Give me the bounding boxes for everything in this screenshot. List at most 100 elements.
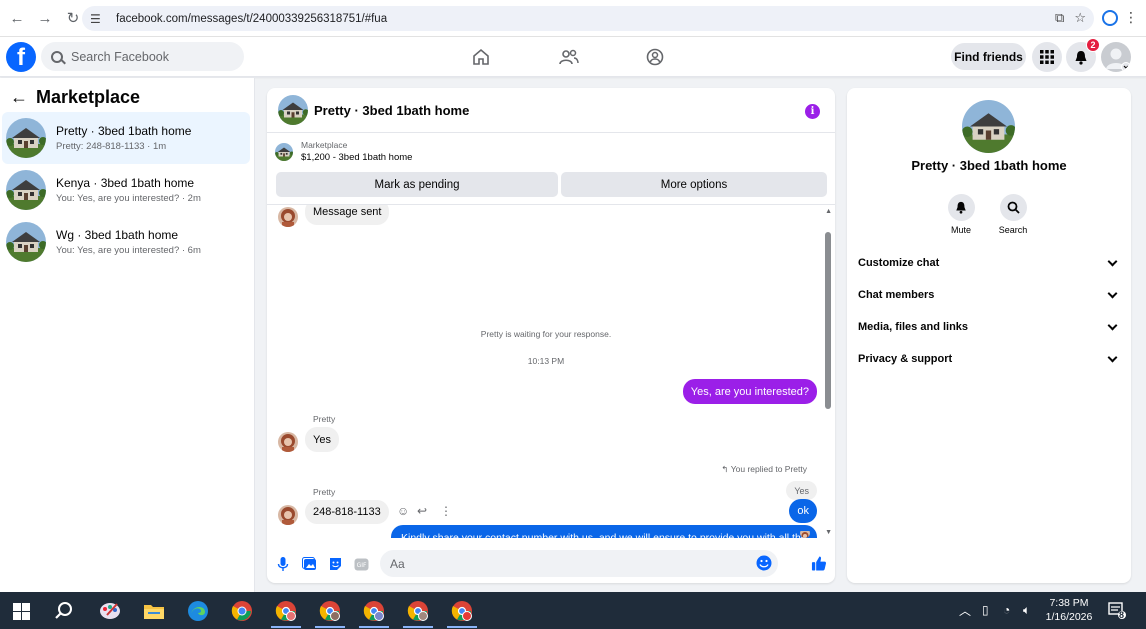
system-clock[interactable]: 7:38 PM 1/16/2026 [1044,596,1094,624]
tray-chevron-up-icon[interactable]: ︿ [959,602,971,619]
chrome-profile-icon-5[interactable] [450,599,474,623]
like-thumb-icon[interactable] [811,555,827,571]
file-explorer-icon[interactable] [142,599,166,623]
section-customize-chat[interactable]: Customize chat [858,253,1120,273]
reply-icon[interactable]: ↩ [417,504,427,518]
conversation-preview: Pretty: 248-818-1133 · 1m [56,141,167,152]
microphone-icon[interactable] [275,556,291,572]
chat-header: Pretty · 3bed 1bath home i [267,88,835,133]
mute-label: Mute [950,225,971,235]
windows-taskbar: ︿ ▯ ◔ 🔈︎ 7:38 PM 1/16/2026 8 [0,592,1146,629]
conversation-item-pretty[interactable]: Pretty · 3bed 1bath home Pretty: 248-818… [2,112,250,164]
contact-avatar [278,207,298,227]
home-icon[interactable] [469,45,493,69]
sender-name: Pretty [313,414,336,424]
facebook-search-input[interactable] [71,49,231,64]
forward-icon[interactable]: → [34,7,56,29]
message-scrollbar[interactable] [825,232,831,409]
wifi-icon[interactable]: ◔ [1003,603,1010,617]
conversation-name: Kenya · 3bed 1bath home [56,176,195,190]
conversation-item-kenya[interactable]: Kenya · 3bed 1bath home You: Yes, are yo… [2,164,250,216]
scroll-down-icon[interactable]: ▼ [825,529,832,536]
chevron-down-icon [1107,288,1118,298]
conversation-preview: You: Yes, are you interested? · 2m [56,193,201,204]
install-app-icon[interactable]: ⧉ [1055,10,1064,26]
more-options-button[interactable]: More options [561,172,827,197]
url-text: facebook.com/messages/t/2400033925631875… [116,12,388,25]
browser-menu-icon[interactable]: ⋮ [1124,9,1138,26]
facebook-search[interactable] [41,42,244,71]
chat-header-thumbnail[interactable] [278,95,308,125]
address-bar[interactable]: ☰ facebook.com/messages/t/24000339256318… [82,6,1094,31]
find-friends-button[interactable]: Find friends [951,43,1026,70]
chrome-profile-icon-2[interactable] [318,599,342,623]
reload-icon[interactable]: ↻ [62,7,84,29]
facebook-logo-icon[interactable]: f [6,42,36,72]
chrome-profile-icon-1[interactable] [274,599,298,623]
search-label: Search [998,225,1028,235]
chrome-profile-icon-4[interactable] [406,599,430,623]
section-label: Privacy & support [858,353,953,365]
sticker-icon[interactable] [327,556,343,572]
conversation-name: Wg · 3bed 1bath home [56,228,179,242]
back-arrow-icon[interactable]: ← [10,87,30,108]
conversation-preview: You: Yes, are you interested? · 6m [56,245,201,256]
sidebar-title: Marketplace [36,87,141,107]
search-conversation-button[interactable]: Search [988,194,1038,235]
chat-title[interactable]: Pretty · 3bed 1bath home [314,103,469,118]
photo-icon[interactable] [301,556,317,572]
groups-icon[interactable] [643,45,667,69]
active-app-indicator [359,626,389,628]
listing-summary[interactable]: Marketplace $1,200 - 3bed 1bath home [275,140,412,163]
browser-toolbar: ← → ↻ ☰ facebook.com/messages/t/24000339… [0,0,1146,37]
tray-device-icon[interactable]: ▯ [982,603,989,617]
react-emoji-icon[interactable]: ☺ [397,504,409,518]
mark-as-pending-button[interactable]: Mark as pending [276,172,558,197]
chevron-down-icon [1107,352,1118,362]
conversation-name: Pretty · 3bed 1bath home [56,124,192,138]
edge-browser-icon[interactable] [186,599,210,623]
notification-badge: 2 [1086,38,1100,52]
menu-grid-icon[interactable] [1032,42,1062,72]
message-input-box[interactable] [380,550,778,577]
clock-date: 1/16/2026 [1045,611,1093,623]
sender-name: Pretty [313,487,336,497]
section-privacy-support[interactable]: Privacy & support [858,349,1120,369]
timestamp: 10:13 PM [527,356,565,366]
chrome-icon[interactable] [230,599,254,623]
back-icon[interactable]: ← [6,7,28,29]
chat-panel: Pretty · 3bed 1bath home i Marketplace $… [267,88,835,583]
mute-button[interactable]: Mute [936,194,986,235]
browser-profile-icon[interactable] [1102,10,1118,26]
volume-icon[interactable]: 🔈︎ [1023,603,1030,618]
bookmark-star-icon[interactable]: ☆ [1074,10,1086,26]
contact-avatar [278,432,298,452]
site-settings-icon[interactable]: ☰ [90,12,104,26]
taskbar-search-icon[interactable] [52,599,76,623]
facebook-top-nav: f Find friends 2 [0,37,1146,77]
chat-info-panel: Pretty · 3bed 1bath home Mute Search Cus… [847,88,1131,583]
listing-thumbnail [6,222,46,262]
message-input[interactable] [390,556,750,571]
chevron-down-icon [1107,320,1118,330]
section-chat-members[interactable]: Chat members [858,285,1120,305]
account-avatar[interactable] [1101,42,1131,72]
paint-app-icon[interactable] [98,599,122,623]
notification-center-count: 8 [1119,610,1125,620]
message-bubble-in: Yes [305,427,339,452]
message-list[interactable]: Message sent Pretty is waiting for your … [267,205,835,538]
emoji-icon[interactable] [756,555,772,576]
friends-icon[interactable] [557,45,581,69]
windows-start-icon[interactable] [9,599,33,623]
message-bubble-out: Kindly share your contact number with us… [391,525,817,538]
section-label: Chat members [858,289,935,301]
info-icon[interactable]: i [805,104,820,119]
gif-icon[interactable]: GIF [353,556,369,572]
more-actions-icon[interactable]: ⋮ [440,504,452,518]
conversation-item-wg[interactable]: Wg · 3bed 1bath home You: Yes, are you i… [2,216,250,268]
section-media-files-links[interactable]: Media, files and links [858,317,1120,337]
listing-small-thumbnail [275,143,293,161]
chrome-profile-icon-3[interactable] [362,599,386,623]
scroll-up-icon[interactable]: ▲ [825,208,832,215]
svg-text:GIF: GIF [356,562,366,569]
